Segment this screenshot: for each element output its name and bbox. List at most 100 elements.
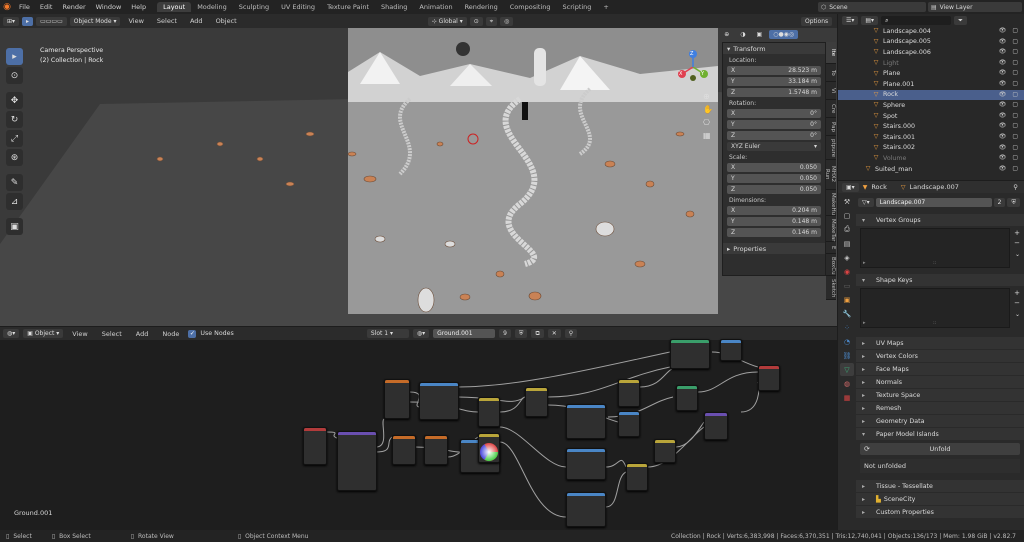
tab-scripting[interactable]: Scripting [557,2,598,12]
tab-texture-paint[interactable]: Texture Paint [321,2,375,12]
visibility-toggle-icon[interactable]: 👁 ▢ [999,27,1020,34]
tool-tab-icon[interactable]: ⚒ [840,195,854,208]
node-noise-texture[interactable] [384,379,410,419]
node-texture-coordinate[interactable] [303,427,327,465]
tab-create[interactable]: Cre [826,100,836,118]
add-workspace-button[interactable]: + [597,2,614,12]
node-color-ramp-4[interactable] [566,492,606,527]
mesh-users-count[interactable]: 2 [993,198,1006,207]
node-mix-rgb-2[interactable] [525,387,548,417]
panel-paper-model-islands[interactable]: Paper Model Islands [856,428,1024,440]
tab-maketarget[interactable]: MakeTar [826,216,836,242]
tab-sketch[interactable]: Sketch [826,276,836,300]
properties-type-icon[interactable]: ▣▾ [842,182,859,192]
menu-render[interactable]: Render [57,3,90,11]
view-layer-selector[interactable]: ▤ View Layer [928,2,1022,12]
node-musgrave-texture[interactable] [424,435,448,465]
outliner-search-input[interactable]: ⌕ [881,15,952,25]
tab-e[interactable]: E [826,242,836,254]
shape-keys-list[interactable]: + − ⌄ ▸ :: [860,288,1020,328]
outliner-row[interactable]: ▽ Stairs.002 👁 ▢ [838,143,1024,154]
panel-custom-properties[interactable]: Custom Properties [856,506,1024,518]
pan-hand-icon[interactable]: ✋ [703,105,713,114]
resize-grip-icon[interactable]: :: [933,260,936,266]
select-box-tool-icon[interactable]: ▸ [6,48,23,65]
panel-vertex-groups[interactable]: Vertex Groups [856,214,1024,226]
tab-animation[interactable]: Animation [413,2,458,12]
visibility-toggle-icon[interactable]: 👁 ▢ [999,122,1020,129]
panel-normals[interactable]: Normals [856,376,1024,388]
visibility-toggle-icon[interactable]: 👁 ▢ [999,48,1020,55]
panel-shape-keys[interactable]: Shape Keys [856,274,1024,286]
tab-compositing[interactable]: Compositing [504,2,557,12]
annotate-tool-icon[interactable]: ✎ [6,174,23,191]
node-material-output[interactable] [758,365,780,391]
node-color-ramp-3[interactable] [566,448,606,480]
tab-shading[interactable]: Shading [375,2,413,12]
display-mode-icon[interactable]: ▤▾ [861,15,879,25]
tab-tool[interactable]: To [826,64,836,82]
3d-viewport[interactable]: ⊞▾ ▸ ▭▭▭▭ Object Mode ▾ View Select Add … [0,14,837,326]
panel-face-maps[interactable]: Face Maps [856,363,1024,375]
transform-header[interactable]: ▾ Transform [723,43,825,54]
add-vertex-group-icon[interactable]: + [1014,229,1020,237]
node-mix-rgb[interactable] [478,397,500,427]
list-filter-icon[interactable]: ▸ [863,260,866,266]
menu-edit[interactable]: Edit [35,3,58,11]
outliner-row[interactable]: ▽ Stairs.000 👁 ▢ [838,121,1024,132]
visibility-toggle-icon[interactable]: 👁 ▢ [999,59,1020,66]
visibility-toggle-icon[interactable]: 👁 ▢ [999,69,1020,76]
visibility-toggle-icon[interactable]: 👁 ▢ [999,91,1020,98]
node-math[interactable] [654,439,676,463]
color-wheel-icon[interactable] [478,441,500,463]
node-mix-shader[interactable] [676,385,698,411]
visibility-toggle-icon[interactable]: 👁 ▢ [999,154,1020,161]
outliner-row[interactable]: ▽ Landscape.004 👁 ▢ [838,26,1024,37]
location-z-field[interactable]: Z 1.5748 m [727,87,821,97]
outliner-row[interactable]: ▽ Light 👁 ▢ [838,58,1024,69]
location-x-field[interactable]: X 28.523 m [727,65,821,75]
outliner-row[interactable]: ▽ Landscape.005 👁 ▢ [838,37,1024,48]
outliner-row[interactable]: ▽ Rock 👁 ▢ [838,89,1024,101]
mesh-name-field[interactable]: Landscape.007 [875,198,992,207]
transform-tool-icon[interactable]: ⊛ [6,149,23,166]
rotation-x-field[interactable]: X 0° [727,108,821,118]
unfold-button[interactable]: ⟳ Unfold [860,443,1020,455]
dimensions-z-field[interactable]: Z 0.146 m [727,227,821,237]
panel-vertex-colors[interactable]: Vertex Colors [856,350,1024,362]
add-cube-tool-icon[interactable]: ▣ [6,218,23,235]
tab-item[interactable]: Ite [826,42,836,64]
vertex-groups-list[interactable]: + − ⌄ ▸ :: [860,228,1020,268]
resize-grip-icon[interactable]: :: [933,320,936,326]
mesh-browse-icon[interactable]: ▽▾ [858,198,874,207]
node-bump[interactable] [618,411,640,437]
tab-sculpting[interactable]: Sculpting [233,2,275,12]
panel-texture-space[interactable]: Texture Space [856,389,1024,401]
tab-view[interactable]: Vi [826,82,836,100]
navigation-gizmo[interactable]: X Y Z [676,50,710,84]
panel-geometry-data[interactable]: Geometry Data [856,415,1024,427]
node-vector-math[interactable] [704,412,728,440]
ortho-grid-icon[interactable]: ▦ [703,131,713,140]
visibility-toggle-icon[interactable]: 👁 ▢ [999,144,1020,151]
scale-x-field[interactable]: X 0.050 [727,162,821,172]
panel-scenecity[interactable]: ▙SceneCity [856,493,1024,505]
dimensions-y-field[interactable]: Y 0.148 m [727,216,821,226]
camera-view-icon[interactable]: ⎔ [703,118,713,127]
visibility-toggle-icon[interactable]: 👁 ▢ [999,112,1020,119]
tab-boxcutter[interactable]: BoxCu [826,254,836,276]
tab-paper[interactable]: Pap [826,118,836,136]
outliner-row[interactable]: ▽ Spot 👁 ▢ [838,111,1024,122]
outliner-row[interactable]: ▽ Stairs.001 👁 ▢ [838,132,1024,143]
outliner-row[interactable]: ▽ Landscape.006 👁 ▢ [838,47,1024,58]
list-filter-icon[interactable]: ▸ [863,320,866,326]
tab-ptpure[interactable]: ptpure [826,136,836,160]
outliner-row[interactable]: ▽ Suited_man 👁 ▢ [838,164,1024,175]
properties-subpanel-header[interactable]: ▸ Properties [723,243,825,254]
visibility-toggle-icon[interactable]: 👁 ▢ [999,165,1020,172]
rotate-tool-icon[interactable]: ↻ [6,111,23,128]
outliner-type-icon[interactable]: ☰▾ [842,15,859,25]
scale-y-field[interactable]: Y 0.050 [727,173,821,183]
node-principled-bsdf[interactable] [670,339,710,369]
cursor-tool-icon[interactable]: ⊙ [6,67,23,84]
